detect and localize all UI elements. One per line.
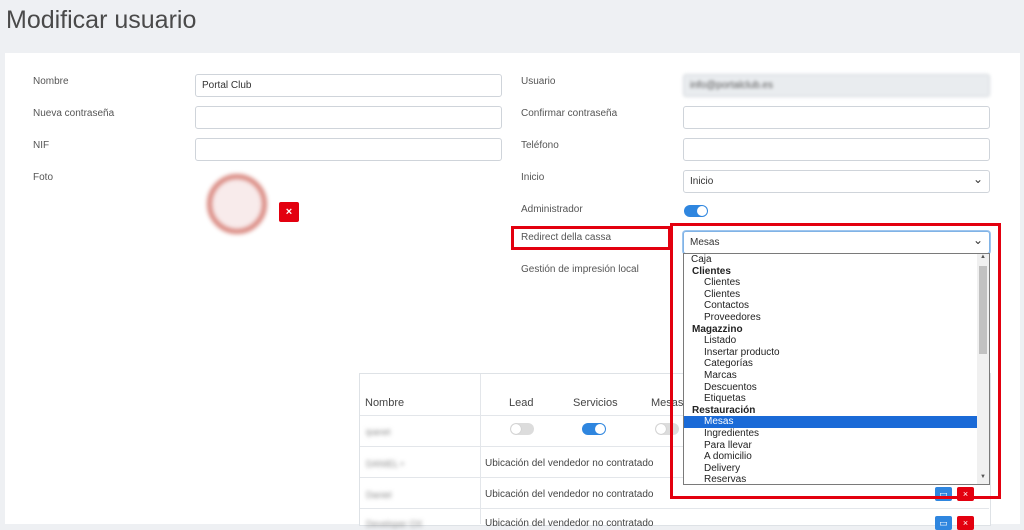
header-servicios: Servicios — [573, 397, 618, 409]
nombre-input[interactable]: Portal Club — [195, 74, 502, 97]
table-column-divider — [480, 374, 481, 524]
delete-photo-button[interactable]: × — [279, 202, 299, 222]
table-row-divider — [360, 508, 989, 509]
usuario-input: info@portalclub.es — [683, 74, 990, 97]
close-icon: × — [962, 518, 969, 528]
save-row-button[interactable]: ▭ — [935, 516, 952, 530]
gestion-impresion-label: Gestión de impresión local — [521, 264, 639, 275]
administrador-label: Administrador — [521, 204, 583, 215]
confirmar-contrasena-input[interactable] — [683, 106, 990, 129]
lead-toggle[interactable] — [510, 423, 534, 435]
nif-input[interactable] — [195, 138, 502, 161]
redirect-label: Redirect della cassa — [521, 232, 612, 243]
table-row-status: Ubicación del vendedor no contratado — [485, 489, 654, 500]
nueva-contrasena-label: Nueva contraseña — [33, 108, 115, 119]
close-icon: × — [285, 206, 293, 218]
table-row-name: DANIEL • — [366, 459, 404, 469]
page-title: Modificar usuario — [6, 6, 197, 34]
highlight-dropdown — [670, 223, 1001, 499]
inicio-label: Inicio — [521, 172, 545, 183]
confirmar-contrasena-label: Confirmar contraseña — [521, 108, 618, 119]
telefono-input[interactable] — [683, 138, 990, 161]
delete-row-button[interactable]: × — [957, 516, 974, 530]
avatar — [207, 174, 267, 234]
administrador-toggle[interactable] — [684, 205, 708, 217]
header-lead: Lead — [509, 397, 534, 409]
inicio-select[interactable]: Inicio — [683, 170, 990, 193]
usuario-label: Usuario — [521, 76, 556, 87]
foto-label: Foto — [33, 172, 54, 183]
table-row-status: Ubicación del vendedor no contratado — [485, 458, 654, 469]
inicio-select-value: Inicio — [690, 176, 714, 187]
table-row-name: Developer OX — [366, 519, 423, 529]
servicios-toggle[interactable] — [582, 423, 606, 435]
nombre-label: Nombre — [33, 76, 69, 87]
table-row-name: ipanet — [366, 427, 391, 437]
table-row-name: Daniel — [366, 490, 392, 500]
nif-label: NIF — [33, 140, 50, 151]
telefono-label: Teléfono — [521, 140, 559, 151]
nueva-contrasena-input[interactable] — [195, 106, 502, 129]
header-nombre: Nombre — [365, 397, 405, 409]
save-icon: ▭ — [939, 518, 948, 528]
